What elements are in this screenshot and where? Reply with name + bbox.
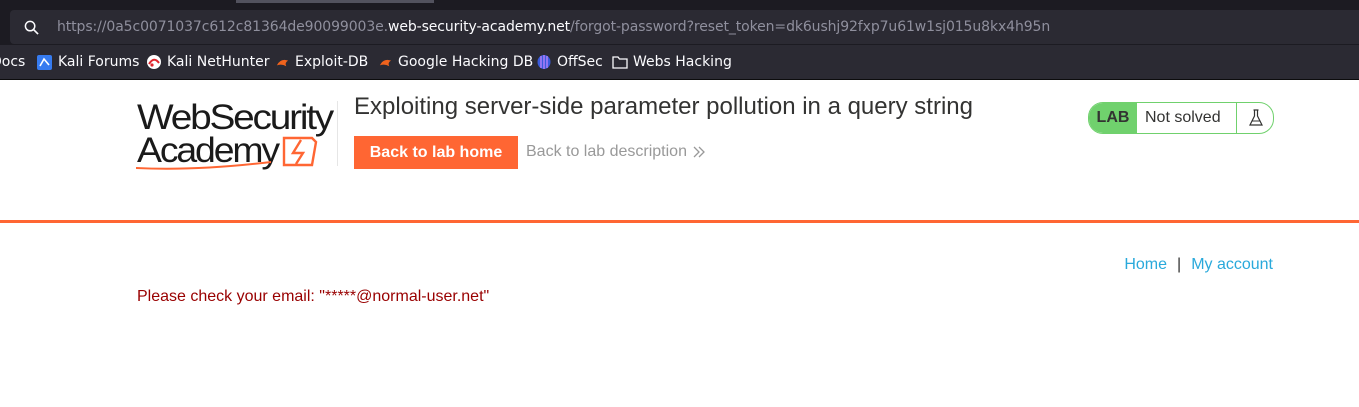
bookmark-label: Kali Forums	[58, 54, 140, 70]
nav-separator: |	[1177, 256, 1182, 273]
search-icon	[24, 20, 39, 35]
back-to-lab-description-link[interactable]: Back to lab description	[526, 143, 706, 161]
bookmark-label: Google Hacking DB	[398, 54, 534, 70]
lab-badge: LAB	[1089, 103, 1137, 133]
header-orange-rule	[0, 220, 1359, 223]
bookmark-label: Docs	[0, 54, 26, 70]
active-tab-indicator	[236, 0, 434, 3]
nav-home-link[interactable]: Home	[1124, 256, 1167, 273]
lab-status-widget: LAB Not solved	[1088, 102, 1274, 134]
lab-title: Exploiting server-side parameter polluti…	[354, 93, 973, 120]
bookmark-label: OffSec	[557, 54, 603, 70]
bookmark-exploit-db[interactable]: Exploit-DB	[275, 45, 368, 79]
bookmark-folder-webs-hacking[interactable]: Webs Hacking	[612, 45, 732, 79]
folder-icon	[612, 56, 628, 69]
header-divider	[337, 101, 338, 166]
bookmark-label: Webs Hacking	[633, 54, 732, 70]
bookmark-kali-nethunter[interactable]: Kali NetHunter	[146, 45, 269, 79]
top-nav: Home | My account	[1124, 256, 1273, 274]
double-chevron-right-icon	[693, 146, 705, 158]
kali-forums-icon	[37, 54, 52, 70]
bookmark-docs[interactable]: Docs	[0, 45, 25, 79]
flask-icon	[1248, 109, 1263, 126]
url-domain: web-security-academy.net	[388, 19, 571, 35]
bookmark-label: Exploit-DB	[295, 54, 369, 70]
bookmark-kali-forums[interactable]: Kali Forums	[36, 45, 139, 79]
web-security-academy-logo[interactable]: WebSecurity Academy	[135, 98, 337, 178]
address-bar[interactable]: https://0a5c0071037c612c81364de90099003e…	[10, 10, 1359, 44]
url-path: /forgot-password?reset_token=dk6ushj92fx…	[570, 19, 1051, 35]
url-prefix: https://0a5c0071037c612c81364de90099003e…	[57, 19, 388, 35]
url-text: https://0a5c0071037c612c81364de90099003e…	[57, 19, 1050, 35]
email-check-message: Please check your email: "*****@normal-u…	[137, 288, 490, 305]
back-to-lab-home-button[interactable]: Back to lab home	[354, 136, 518, 169]
bookmark-google-hacking-db[interactable]: Google Hacking DB	[378, 45, 533, 79]
flask-icon-box	[1236, 103, 1273, 133]
kali-nethunter-icon	[147, 55, 161, 69]
lab-status-text: Not solved	[1145, 109, 1221, 126]
browser-toolbar: https://0a5c0071037c612c81364de90099003e…	[0, 0, 1359, 45]
bookmarks-bar: Docs Kali Forums Kali NetHunter Exploit-…	[0, 45, 1359, 80]
ghdb-icon	[379, 59, 392, 66]
bookmark-label: Kali NetHunter	[167, 54, 270, 70]
back-to-lab-description-label: Back to lab description	[526, 143, 687, 160]
offsec-icon	[537, 55, 551, 69]
nav-my-account-link[interactable]: My account	[1191, 256, 1273, 273]
bookmark-offsec[interactable]: OffSec	[536, 45, 603, 79]
academy-logo-graphic: WebSecurity Academy	[135, 98, 337, 170]
exploit-db-icon	[276, 59, 289, 66]
